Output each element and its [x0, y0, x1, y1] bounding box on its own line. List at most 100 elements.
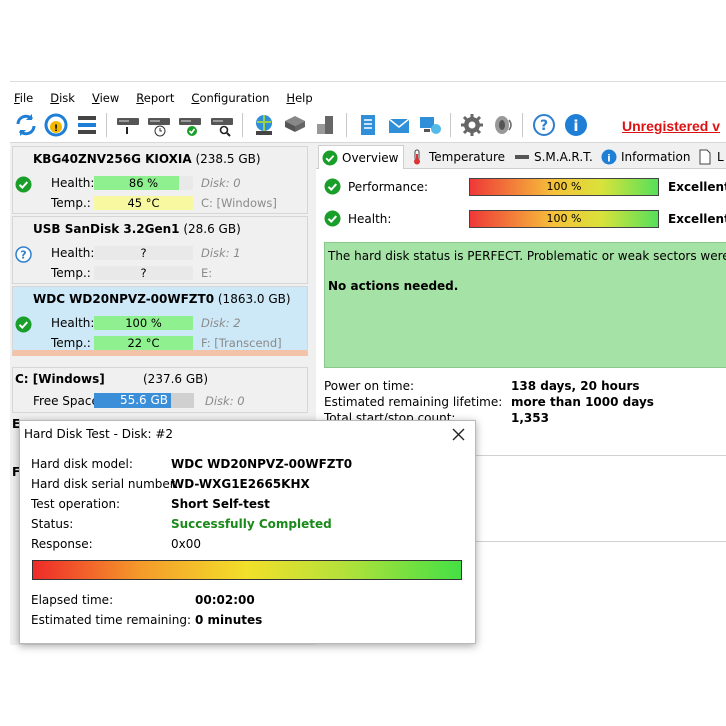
temp-label: Temp.:	[51, 266, 91, 280]
disk-entry-1[interactable]: USB SanDisk 3.2Gen1 (28.6 GB) ? Health: …	[12, 216, 308, 284]
volume-label: E:	[201, 266, 213, 280]
health-label: Health:	[51, 176, 95, 190]
disk-size: (28.6 GB)	[183, 222, 241, 236]
disk-entry-0[interactable]: KBG40ZNV256G KIOXIA (238.5 GB) Health: 8…	[12, 146, 308, 214]
svg-text:?: ?	[540, 118, 548, 134]
svg-text:!: !	[54, 124, 58, 134]
status-message: The hard disk status is PERFECT. Problem…	[328, 249, 726, 263]
svg-text:i: i	[607, 154, 610, 165]
disk-name: WDC WD20NPVZ-00WFZT0	[33, 292, 215, 306]
info-icon[interactable]: i	[562, 111, 590, 139]
refresh-icon[interactable]	[12, 111, 40, 139]
toolbar: ! ? i Unregistered v	[10, 107, 726, 143]
menu-help[interactable]: Help	[286, 91, 312, 105]
check-ok-icon	[15, 316, 32, 333]
close-icon[interactable]	[449, 425, 467, 443]
status-message-box: The hard disk status is PERFECT. Problem…	[324, 242, 726, 368]
serial-value: WD-WXG1E2665KHX	[171, 477, 310, 491]
partition-entry[interactable]: C: [Windows] (237.6 GB) Free Space 55.6 …	[12, 367, 308, 413]
test-operation-value: Short Self-test	[171, 497, 270, 511]
performance-label: Performance:	[348, 180, 429, 194]
external-drive-icon[interactable]	[312, 111, 340, 139]
disk-search-icon[interactable]	[208, 111, 236, 139]
remaining-lifetime-label: Estimated remaining lifetime:	[324, 395, 503, 409]
health-bar: 86 %	[94, 176, 193, 190]
refresh-warning-icon[interactable]: !	[42, 111, 70, 139]
temperature-bar: ?	[94, 266, 193, 280]
status-label: Status:	[31, 517, 74, 531]
health-bar: 100 %	[469, 210, 659, 228]
tab-information[interactable]: i Information	[598, 145, 690, 169]
help-icon[interactable]: ?	[530, 111, 558, 139]
response-value: 0x00	[171, 537, 202, 551]
disk-number: Disk: 0	[201, 176, 241, 190]
serial-label: Hard disk serial number:	[31, 477, 179, 491]
check-ok-icon	[324, 178, 341, 195]
computer-network-icon[interactable]	[416, 111, 444, 139]
test-operation-label: Test operation:	[31, 497, 121, 511]
menu-file[interactable]: File	[14, 91, 33, 105]
menubar: File Disk View Report Configuration Help	[10, 81, 726, 107]
menu-configuration[interactable]: Configuration	[191, 91, 269, 105]
partition-disk-number: Disk: 0	[205, 394, 245, 408]
report-icon[interactable]	[354, 111, 382, 139]
elapsed-time-label: Elapsed time:	[31, 593, 114, 607]
tab-overview[interactable]: Overview	[318, 145, 404, 169]
disk-entry-2[interactable]: WDC WD20NPVZ-00WFZT0 (1863.0 GB) Health:…	[12, 286, 308, 356]
free-space-bar: 55.6 GB	[94, 393, 194, 408]
test-progress-bar	[32, 560, 462, 580]
smart-drive-icon	[515, 155, 529, 159]
sound-icon[interactable]	[489, 111, 517, 139]
health-label: Health:	[51, 246, 95, 260]
partition-title: C: [Windows]	[15, 372, 105, 386]
disk-number: Disk: 2	[201, 316, 241, 330]
settings-gear-icon[interactable]	[458, 111, 486, 139]
divider	[456, 541, 726, 542]
dialog-titlebar[interactable]: Hard Disk Test - Disk: #2	[20, 421, 475, 447]
health-label: Health:	[348, 212, 392, 226]
start-stop-count-value: 1,353	[511, 411, 549, 425]
thermometer-icon	[414, 149, 420, 165]
health-bar: ?	[94, 246, 193, 260]
svg-text:i: i	[573, 117, 578, 135]
tab-bar: Overview Temperature S.M.A.R.T. i Inform…	[316, 143, 726, 169]
disk-test-icon[interactable]	[114, 111, 142, 139]
menu-report[interactable]: Report	[136, 91, 174, 105]
drives-stack-icon[interactable]	[281, 111, 309, 139]
disk-name: USB SanDisk 3.2Gen1	[33, 222, 180, 236]
disk-schedule-icon[interactable]	[145, 111, 173, 139]
action-message: No actions needed.	[328, 279, 459, 293]
health-label: Health:	[51, 316, 95, 330]
health-bar: 100 %	[94, 316, 193, 330]
check-ok-icon	[15, 176, 32, 193]
performance-rating: Excellent	[668, 180, 726, 194]
svg-text:?: ?	[20, 249, 26, 262]
question-icon: ?	[15, 246, 32, 263]
elapsed-time-value: 00:02:00	[195, 593, 255, 607]
disk-number: Disk: 1	[201, 246, 241, 260]
network-icon[interactable]	[250, 111, 278, 139]
temp-label: Temp.:	[51, 336, 91, 350]
power-on-time-label: Power on time:	[324, 379, 415, 393]
time-remaining-label: Estimated time remaining:	[31, 613, 191, 627]
temp-label: Temp.:	[51, 196, 91, 210]
unregistered-link[interactable]: Unregistered v	[622, 118, 720, 134]
menu-disk[interactable]: Disk	[50, 91, 75, 105]
temperature-bar: 45 °C	[94, 196, 193, 210]
email-icon[interactable]	[385, 111, 413, 139]
model-label: Hard disk model:	[31, 457, 133, 471]
tab-temperature[interactable]: Temperature	[406, 145, 505, 169]
tab-smart[interactable]: S.M.A.R.T.	[511, 145, 593, 169]
volume-label: F: [Transcend]	[201, 336, 282, 350]
disk-ok-icon[interactable]	[176, 111, 204, 139]
menu-view[interactable]: View	[92, 91, 119, 105]
hard-disk-test-dialog: Hard Disk Test - Disk: #2 Hard disk mode…	[19, 420, 476, 644]
disk-size: (1863.0 GB)	[217, 292, 291, 306]
health-rating: Excellent	[668, 212, 726, 226]
drive-list-icon[interactable]	[73, 111, 101, 139]
temperature-bar: 22 °C	[94, 336, 193, 350]
disk-size: (238.5 GB)	[195, 152, 261, 166]
dialog-title: Hard Disk Test - Disk: #2	[24, 427, 174, 441]
model-value: WDC WD20NPVZ-00WFZT0	[171, 457, 353, 471]
tab-log[interactable]: L	[694, 145, 724, 169]
